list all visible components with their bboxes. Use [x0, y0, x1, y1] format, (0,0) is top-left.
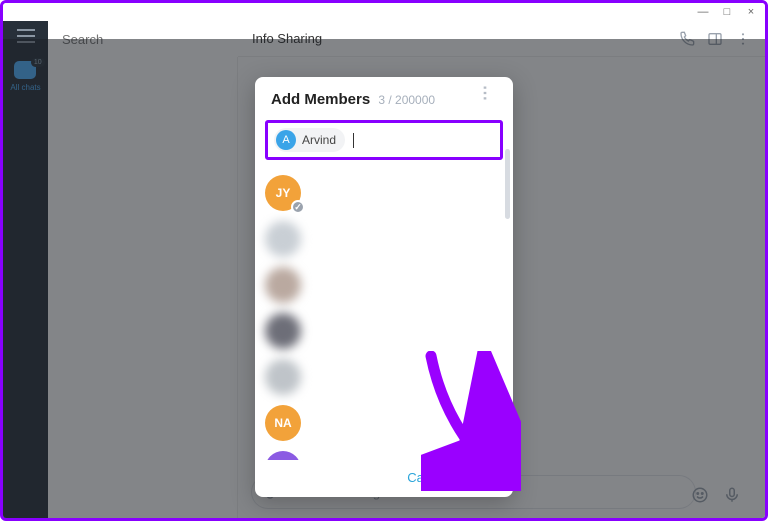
contact-avatar: [265, 359, 301, 395]
contact-list[interactable]: JY✓ NA FJ: [255, 168, 513, 460]
modal-more-icon[interactable]: ⋯: [475, 85, 495, 101]
contact-row[interactable]: NA: [265, 400, 503, 446]
chip-avatar: A: [276, 130, 296, 150]
contact-row[interactable]: [265, 262, 503, 308]
contact-avatar: NA: [265, 405, 301, 441]
contact-avatar: [265, 221, 301, 257]
modal-title-text: Add Members: [271, 91, 370, 108]
contact-avatar: [265, 267, 301, 303]
selected-check-icon: ✓: [291, 200, 305, 214]
contact-avatar: FJ: [265, 451, 301, 460]
contact-row[interactable]: [265, 216, 503, 262]
contact-row[interactable]: FJ: [265, 446, 503, 460]
window-titlebar: — □ ×: [3, 3, 765, 21]
member-count: 3 / 200000: [378, 93, 435, 107]
contact-row[interactable]: [265, 308, 503, 354]
window-minimize-button[interactable]: —: [695, 6, 711, 18]
contact-row[interactable]: JY✓: [265, 170, 503, 216]
add-members-modal: Add Members 3 / 200000 ⋯ A Arvind JY✓ NA F…: [255, 77, 513, 497]
window-close-button[interactable]: ×: [743, 6, 759, 18]
scrollbar-thumb[interactable]: [505, 149, 510, 219]
selected-chip-row[interactable]: A Arvind: [265, 120, 503, 160]
window-maximize-button[interactable]: □: [719, 6, 735, 18]
contact-avatar: [265, 313, 301, 349]
cancel-button[interactable]: Cancel: [407, 470, 447, 485]
chip-name: Arvind: [302, 133, 336, 147]
add-button[interactable]: Add: [470, 470, 495, 485]
contact-avatar: JY✓: [265, 175, 301, 211]
selected-contact-chip[interactable]: A Arvind: [274, 128, 345, 152]
text-cursor: [353, 133, 354, 148]
contact-row[interactable]: [265, 354, 503, 400]
